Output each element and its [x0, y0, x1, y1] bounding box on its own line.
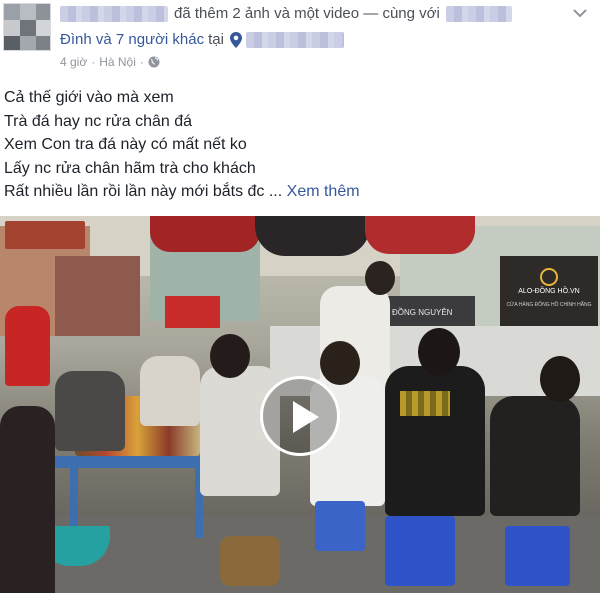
play-icon: [293, 401, 319, 433]
post-text-line: Xem Con tra đá này có mất nết ko: [4, 136, 247, 153]
stool: [505, 526, 570, 586]
basket: [220, 536, 280, 586]
person-black-shirt-head: [418, 328, 460, 376]
red-sign: [165, 296, 220, 328]
meta-separator: ·: [91, 55, 96, 69]
shop-sign-subtext: CỬA HÀNG ĐỒNG HỒ CHÍNH HÃNG: [506, 302, 592, 308]
post-text-line: Rất nhiều lần rồi lần này mới bắts đc ..…: [4, 183, 283, 200]
action-text: đã thêm 2 ảnh và một video — cùng với: [174, 5, 440, 22]
post-text-last-line: Rất nhiều lần rồi lần này mới bắts đc ..…: [4, 180, 594, 204]
tagged-friend-blurred[interactable]: [445, 5, 512, 22]
location-prefix: tại: [208, 31, 224, 48]
tagged-line: Đình và 7 người khác tại: [60, 31, 344, 48]
person-right: [490, 396, 580, 516]
person-seated-2: [140, 356, 200, 426]
person-black-shirt: [385, 366, 485, 516]
person-seated-3-head: [210, 334, 250, 378]
person-left-edge: [0, 406, 55, 593]
post-text: Cả thế giới vào mà xem Trà đá hay nc rửa…: [4, 86, 594, 204]
banner-text: ĐỒNG NGUYÊN: [392, 308, 453, 317]
person-seated-1: [55, 371, 125, 451]
post-options-chevron-icon[interactable]: [572, 6, 588, 18]
blurred-logo: [400, 391, 450, 416]
author-name-blurred[interactable]: [60, 5, 168, 22]
post-timestamp[interactable]: 4 giờ: [60, 55, 87, 69]
person-right-head: [540, 356, 580, 402]
location-name-blurred[interactable]: [245, 31, 344, 48]
avatar[interactable]: [3, 3, 51, 51]
umbrella-red-left: [150, 216, 260, 252]
globe-icon[interactable]: [148, 56, 160, 68]
location-pin-icon: [229, 31, 242, 48]
post-text-line: Cả thế giới vào mà xem: [4, 89, 174, 106]
person-standing-head: [365, 261, 395, 295]
shop-sign-text: ALO-ĐỒNG HỒ.VN: [518, 288, 580, 295]
meta-separator: ·: [139, 55, 144, 69]
play-button[interactable]: [260, 376, 340, 456]
umbrella-dark: [255, 216, 370, 256]
person-red-shirt: [5, 306, 50, 386]
tagged-friends-link[interactable]: Đình và 7 người khác: [60, 31, 204, 48]
shop-sign-logo: [540, 268, 558, 286]
building-mid-left: [55, 256, 140, 336]
umbrella-red-right: [365, 216, 475, 254]
person-seated-4-head: [320, 341, 360, 385]
stool: [315, 501, 365, 551]
roof-left: [5, 221, 85, 249]
post-meta: 4 giờ · Hà Nội ·: [60, 55, 160, 69]
post-header: đã thêm 2 ảnh và một video — cùng với Đì…: [0, 0, 600, 78]
stool: [385, 516, 455, 586]
post-header-line: đã thêm 2 ảnh và một video — cùng với: [60, 5, 512, 22]
post-text-line: Lấy nc rửa chân hãm trà cho khách: [4, 159, 256, 177]
see-more-link[interactable]: Xem thêm: [287, 183, 360, 200]
post-text-line: Trà đá hay nc rửa chân đá: [4, 112, 192, 130]
post-place[interactable]: Hà Nội: [99, 55, 136, 69]
table: [50, 456, 220, 468]
